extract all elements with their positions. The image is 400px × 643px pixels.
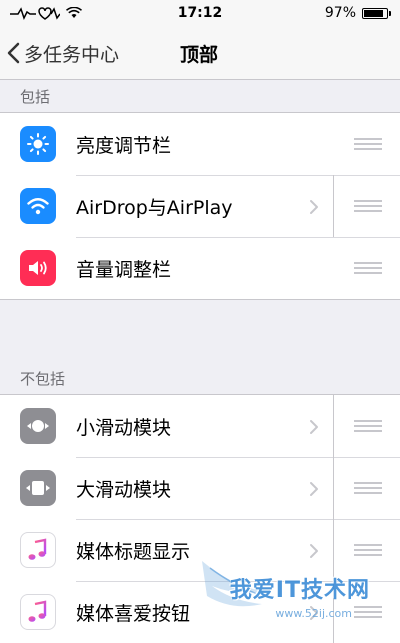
back-button-label: 多任务中心 [24,43,120,66]
row-divider [333,175,334,237]
list-item-brightness[interactable]: 亮度调节栏 [0,113,400,175]
nav-bar: 多任务中心 顶部 [0,26,400,80]
status-left [0,6,82,20]
reorder-handle[interactable] [354,262,382,274]
music-note-icon [20,532,56,568]
chevron-right-icon [310,200,318,214]
group-excluded: 小滑动模块 大滑动模块 媒体标题显示 媒体喜爱按钮 [0,394,400,643]
list-item-label: 媒体标题显示 [76,540,191,563]
list-item-label: 音量调整栏 [76,258,172,281]
chevron-right-icon [310,606,318,620]
row-divider [333,457,334,519]
chevron-right-icon [310,544,318,558]
section-header-excluded: 不包括 [20,370,66,388]
row-divider [333,395,334,457]
chevron-left-icon [7,42,20,64]
reorder-handle[interactable] [354,544,382,556]
battery-icon [362,7,391,19]
speaker-icon [20,250,56,286]
list-item-media-title[interactable]: 媒体标题显示 [0,519,400,581]
sun-icon [20,126,56,162]
battery-fill [364,9,383,17]
reorder-handle[interactable] [354,200,382,212]
section-header-included: 包括 [20,88,51,106]
status-bar: 17:12 97% [0,0,400,26]
large-slider-icon [20,470,56,506]
reorder-handle[interactable] [354,138,382,150]
music-note-icon [20,594,56,630]
row-divider [333,519,334,581]
group-included: 亮度调节栏 AirDrop与AirPlay 音量调整栏 [0,112,400,300]
page-title: 顶部 [180,43,219,66]
small-slider-icon [20,408,56,444]
list-item-volume[interactable]: 音量调整栏 [0,237,400,299]
wifi-signal-icon [66,7,82,18]
list-item-small-slider[interactable]: 小滑动模块 [0,395,400,457]
list-item-label: AirDrop与AirPlay [76,196,233,219]
list-item-airdrop-airplay[interactable]: AirDrop与AirPlay [0,175,400,237]
list-item-label: 大滑动模块 [76,478,172,501]
battery-percent: 97% [324,5,356,21]
list-item-large-slider[interactable]: 大滑动模块 [0,457,400,519]
list-item-label: 小滑动模块 [76,416,172,439]
reorder-handle[interactable] [354,482,382,494]
reorder-handle[interactable] [354,420,382,432]
chevron-right-icon [310,420,318,434]
chevron-right-icon [310,482,318,496]
list-item-label: 亮度调节栏 [76,134,172,157]
wifi-icon [20,188,56,224]
heartbeat-icon [10,7,60,20]
back-button[interactable]: 多任务中心 [6,26,119,80]
reorder-handle[interactable] [354,606,382,618]
status-right: 97% [325,5,400,21]
